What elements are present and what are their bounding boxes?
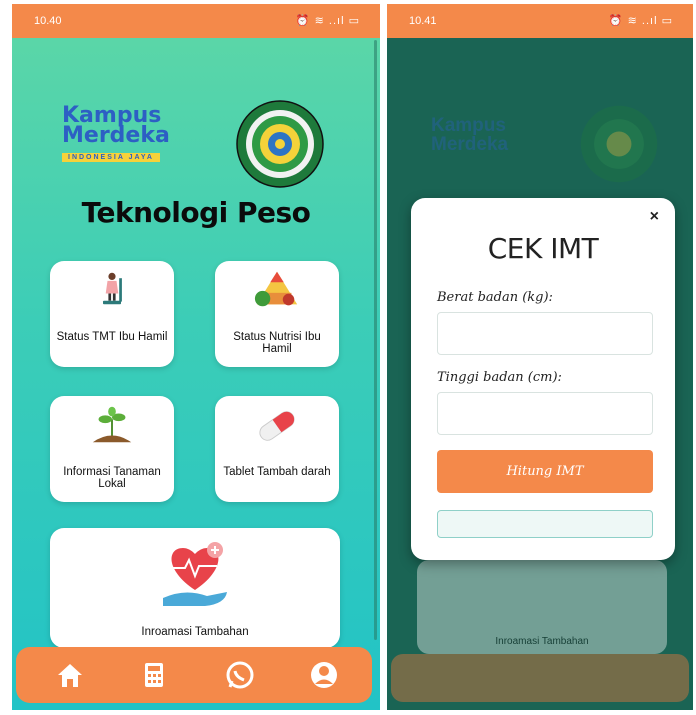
informasi-tanaman-card[interactable]: Informasi Tanaman Lokal <box>50 396 174 502</box>
ghost-logo-kampus: Kampus <box>431 115 506 136</box>
ghost-logo-merdeka: Merdeka <box>431 134 509 155</box>
status-icons: ⏰ ≋ ..ıl ▭ <box>295 15 360 27</box>
tablet-tambah-label: Tablet Tambah darah <box>223 466 331 478</box>
informasi-tambahan-label: Inroamasi Tambahan <box>141 626 249 638</box>
scale-woman-icon <box>103 272 122 305</box>
scrollbar[interactable] <box>374 40 377 640</box>
plant-sprout-icon <box>92 406 132 443</box>
status-bar: 10.40 ⏰ ≋ ..ıl ▭ <box>12 4 380 38</box>
informasi-tanaman-label: Informasi Tanaman Lokal <box>63 466 161 490</box>
logo-merdeka-text: Merdeka <box>62 123 170 148</box>
status-icons-right: ⏰ ≋ ..ıl ▭ <box>608 15 673 27</box>
home-screen: 10.40 ⏰ ≋ ..ıl ▭ Kampus Merdeka INDONESI… <box>12 4 380 710</box>
app-title: Teknologi Peso <box>81 196 311 229</box>
heart-hand-icon <box>163 542 227 606</box>
ghost-bottom-nav <box>391 654 689 702</box>
ghost-info-label: Inroamasi Tambahan <box>495 636 589 647</box>
whatsapp-icon[interactable] <box>222 657 258 693</box>
height-input[interactable] <box>437 392 653 435</box>
imt-result-box <box>437 510 653 538</box>
university-seal-icon <box>236 100 324 188</box>
food-pyramid-icon <box>254 271 298 307</box>
status-tmt-card[interactable]: Status TMT Ibu Hamil <box>50 261 174 367</box>
calculator-icon[interactable] <box>136 657 172 693</box>
imt-screen: 10.41 ⏰ ≋ ..ıl ▭ Kampus Merdeka Inroamas… <box>387 4 693 710</box>
status-nutrisi-card[interactable]: Status Nutrisi Ibu Hamil <box>215 261 339 367</box>
status-bar-right: 10.41 ⏰ ≋ ..ıl ▭ <box>387 4 693 38</box>
tablet-tambah-card[interactable]: Tablet Tambah darah <box>215 396 339 502</box>
height-label: Tinggi badan (cm): <box>437 370 562 385</box>
home-icon[interactable] <box>52 657 88 693</box>
weight-input[interactable] <box>437 312 653 355</box>
ghost-info-card: Inroamasi Tambahan <box>417 560 667 654</box>
kampus-merdeka-logo: Kampus Merdeka INDONESIA JAYA <box>62 105 187 164</box>
ghost-seal-icon <box>580 105 658 183</box>
profile-icon[interactable] <box>306 657 342 693</box>
close-icon[interactable]: × <box>650 208 659 226</box>
logo-band-text: INDONESIA JAYA <box>62 153 160 162</box>
weight-label: Berat badan (kg): <box>437 290 553 305</box>
cek-imt-modal: × CEK IMT Berat badan (kg): Tinggi badan… <box>411 198 675 560</box>
status-time-right: 10.41 <box>409 15 437 27</box>
status-tmt-label: Status TMT Ibu Hamil <box>56 331 168 343</box>
hitung-imt-button[interactable]: Hitung IMT <box>437 450 653 493</box>
pill-capsule-icon <box>259 411 295 441</box>
informasi-tambahan-card[interactable]: Inroamasi Tambahan <box>50 528 340 648</box>
status-time: 10.40 <box>34 15 62 27</box>
bottom-nav <box>16 647 372 703</box>
status-nutrisi-label: Status Nutrisi Ibu Hamil <box>233 331 321 355</box>
modal-title: CEK IMT <box>487 232 599 265</box>
ghost-logo: Kampus Merdeka <box>431 116 508 154</box>
